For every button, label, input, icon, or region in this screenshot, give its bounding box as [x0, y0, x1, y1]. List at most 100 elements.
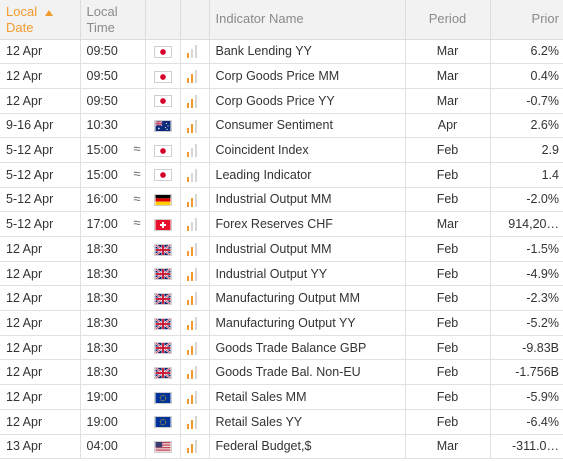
cell-indicator-name[interactable]: Corp Goods Price MM: [209, 63, 406, 89]
cell-indicator-name[interactable]: Retail Sales YY: [209, 409, 406, 435]
cell-time: 18:30: [80, 285, 146, 312]
table-row[interactable]: 13 Apr 04:00 Federal Budget,$ Mar -311.0…: [0, 434, 563, 460]
column-header-country[interactable]: [145, 0, 181, 40]
gb-flag-icon: [153, 243, 172, 256]
table-row[interactable]: 12 Apr 18:30 Manufacturing Output MM Feb -2.…: [0, 285, 563, 312]
column-header-local-time[interactable]: Local Time: [80, 0, 146, 40]
us-flag-icon: [153, 441, 172, 454]
cell-period: Feb: [405, 359, 491, 386]
cell-period: Feb: [405, 285, 491, 312]
table-row[interactable]: 12 Apr 09:50 Corp Goods Price YY Mar -0.7%: [0, 88, 563, 114]
table-row[interactable]: 12 Apr 18:30 Goods Trade Bal. Non-EU Feb -1.…: [0, 359, 563, 386]
table-row[interactable]: 12 Apr 18:30 Industrial Output YY Feb -4.9%: [0, 261, 563, 287]
column-header-volatility[interactable]: [180, 0, 210, 40]
cell-date: 12 Apr: [0, 261, 81, 287]
cell-country: [145, 211, 181, 237]
cell-prior: -6.4%: [490, 409, 563, 435]
cell-country: [145, 39, 181, 65]
cell-volatility: [180, 137, 210, 163]
cell-indicator-name[interactable]: Goods Trade Balance GBP: [209, 335, 406, 361]
jp-flag-icon: [153, 70, 172, 83]
jp-flag-icon: [153, 95, 172, 108]
cell-indicator-name[interactable]: Industrial Output MM: [209, 236, 406, 262]
cell-indicator-name[interactable]: Consumer Sentiment: [209, 113, 406, 139]
cell-indicator-name[interactable]: Coincident Index: [209, 137, 406, 163]
cell-country: [145, 409, 181, 435]
column-header-local-date[interactable]: Local Date: [0, 0, 81, 40]
cell-time: 15:00 ≈: [80, 137, 146, 163]
table-row[interactable]: 5-12 Apr 16:00 ≈ Industrial Output MM Feb -2.…: [0, 187, 563, 213]
cell-date: 5-12 Apr: [0, 162, 81, 188]
cell-indicator-name[interactable]: Manufacturing Output MM: [209, 285, 406, 312]
cell-prior: -5.9%: [490, 384, 563, 410]
volatility-bars-icon: [186, 366, 197, 380]
table-row[interactable]: 12 Apr 09:50 Bank Lending YY Mar 6.2%: [0, 39, 563, 65]
gb-flag-icon: [153, 292, 172, 305]
cell-indicator-name[interactable]: Bank Lending YY: [209, 39, 406, 65]
table-row[interactable]: 12 Apr 09:50 Corp Goods Price MM Mar 0.4%: [0, 63, 563, 89]
cell-indicator-name[interactable]: Forex Reserves CHF: [209, 211, 406, 237]
volatility-bars-icon: [186, 292, 197, 306]
cell-time: 19:00: [80, 409, 146, 435]
table-row[interactable]: 12 Apr 19:00 Retail Sales MM Feb -5.9%: [0, 384, 563, 410]
table-row[interactable]: 12 Apr 18:30 Manufacturing Output YY Feb -5.…: [0, 310, 563, 336]
cell-prior: -311.0…: [490, 434, 563, 460]
cell-period: Feb: [405, 310, 491, 336]
table-row[interactable]: 12 Apr 19:00 Retail Sales YY Feb -6.4%: [0, 409, 563, 435]
cell-period: Feb: [405, 261, 491, 287]
volatility-bars-icon: [186, 317, 197, 330]
time-value: 15:00: [86, 143, 118, 158]
cell-date: 12 Apr: [0, 63, 81, 89]
column-header-indicator[interactable]: Indicator Name: [209, 0, 406, 40]
cell-date: 12 Apr: [0, 88, 81, 114]
cell-volatility: [180, 261, 210, 287]
cell-indicator-name[interactable]: Industrial Output MM: [209, 187, 406, 213]
cell-indicator-name[interactable]: Goods Trade Bal. Non-EU: [209, 359, 406, 386]
cell-indicator-name[interactable]: Retail Sales MM: [209, 384, 406, 410]
time-value: 09:50: [86, 69, 118, 84]
cell-period: Feb: [405, 187, 491, 213]
gb-flag-icon: [153, 268, 172, 281]
time-value: 18:30: [86, 291, 118, 306]
cell-period: Apr: [405, 113, 491, 139]
cell-country: [145, 137, 181, 163]
table-row[interactable]: 5-12 Apr 15:00 ≈ Coincident Index Feb 2.9: [0, 137, 563, 163]
cell-prior: -5.2%: [490, 310, 563, 336]
cell-volatility: [180, 310, 210, 336]
cell-volatility: [180, 359, 210, 386]
cell-prior: 1.4: [490, 162, 563, 188]
cell-date: 5-12 Apr: [0, 137, 81, 163]
cell-period: Feb: [405, 409, 491, 435]
time-value: 18:30: [86, 365, 118, 380]
cell-indicator-name[interactable]: Industrial Output YY: [209, 261, 406, 287]
cell-time: 09:50: [80, 88, 146, 114]
column-header-prior[interactable]: Prior: [490, 0, 563, 40]
table-row[interactable]: 12 Apr 18:30 Industrial Output MM Feb -1.5%: [0, 236, 563, 262]
table-row[interactable]: 5-12 Apr 17:00 ≈ Forex Reserves CHF Mar 914,2…: [0, 211, 563, 237]
approximate-time-icon: ≈: [133, 165, 141, 181]
cell-time: 18:30: [80, 261, 146, 287]
cell-time: 15:00 ≈: [80, 162, 146, 188]
volatility-bars-icon: [186, 267, 197, 281]
cell-volatility: [180, 113, 210, 139]
cell-country: [145, 384, 181, 410]
volatility-bars-icon: [186, 70, 197, 84]
table-row[interactable]: 5-12 Apr 15:00 ≈ Leading Indicator Feb 1.4: [0, 162, 563, 188]
cell-volatility: [180, 384, 210, 410]
cell-country: [145, 187, 181, 213]
cell-indicator-name[interactable]: Leading Indicator: [209, 162, 406, 188]
cell-indicator-name[interactable]: Federal Budget,$: [209, 434, 406, 460]
cell-prior: -1.756B: [490, 359, 563, 386]
cell-indicator-name[interactable]: Corp Goods Price YY: [209, 88, 406, 114]
cell-time: 17:00 ≈: [80, 211, 146, 237]
table-row[interactable]: 9-16 Apr 10:30 Consumer Sentiment Apr 2.6%: [0, 113, 563, 139]
jp-flag-icon: [153, 144, 172, 157]
column-header-period[interactable]: Period: [405, 0, 491, 40]
cell-prior: -0.7%: [490, 88, 563, 114]
cell-country: [145, 113, 181, 139]
cell-time: 19:00: [80, 384, 146, 410]
cell-indicator-name[interactable]: Manufacturing Output YY: [209, 310, 406, 336]
table-row[interactable]: 12 Apr 18:30 Goods Trade Balance GBP Feb -9.…: [0, 335, 563, 361]
volatility-bars-icon: [186, 144, 197, 158]
cell-date: 12 Apr: [0, 409, 81, 435]
